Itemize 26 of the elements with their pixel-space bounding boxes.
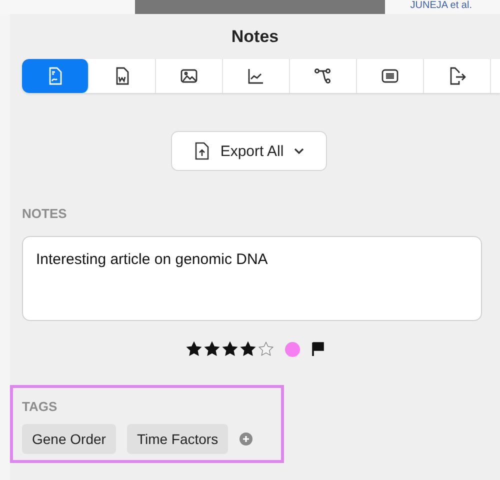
add-tag-icon[interactable] (239, 432, 254, 446)
background-window-text: JUNEJA et al. (410, 0, 472, 11)
star-icon (240, 341, 256, 357)
view-tab[interactable] (290, 59, 357, 93)
node-graph-icon (313, 66, 333, 86)
star-icon (204, 341, 220, 357)
tag-chip[interactable]: Gene Order (22, 424, 116, 454)
tag-chip[interactable]: Time Factors (126, 424, 228, 454)
export-file-icon (194, 142, 210, 160)
star-icon (186, 341, 202, 357)
export-all-button[interactable]: Export All (171, 131, 327, 171)
star-icon (222, 341, 238, 357)
color-label-dot[interactable] (284, 342, 300, 356)
panel-title: Notes (230, 27, 280, 47)
view-tab[interactable] (156, 59, 223, 93)
view-tab[interactable] (357, 59, 424, 93)
star-icon (258, 341, 274, 357)
notes-heading: NOTES (22, 206, 68, 221)
flag-icon[interactable] (310, 341, 324, 357)
tags-heading: TAGS (22, 399, 58, 414)
line-chart-icon (246, 66, 266, 86)
chevron-down-icon (294, 147, 304, 155)
star-rating[interactable] (186, 341, 274, 357)
view-tab[interactable] (89, 59, 156, 93)
view-tab[interactable] (424, 59, 491, 93)
notes-field[interactable]: Interesting article on genomic DNA (22, 236, 482, 321)
